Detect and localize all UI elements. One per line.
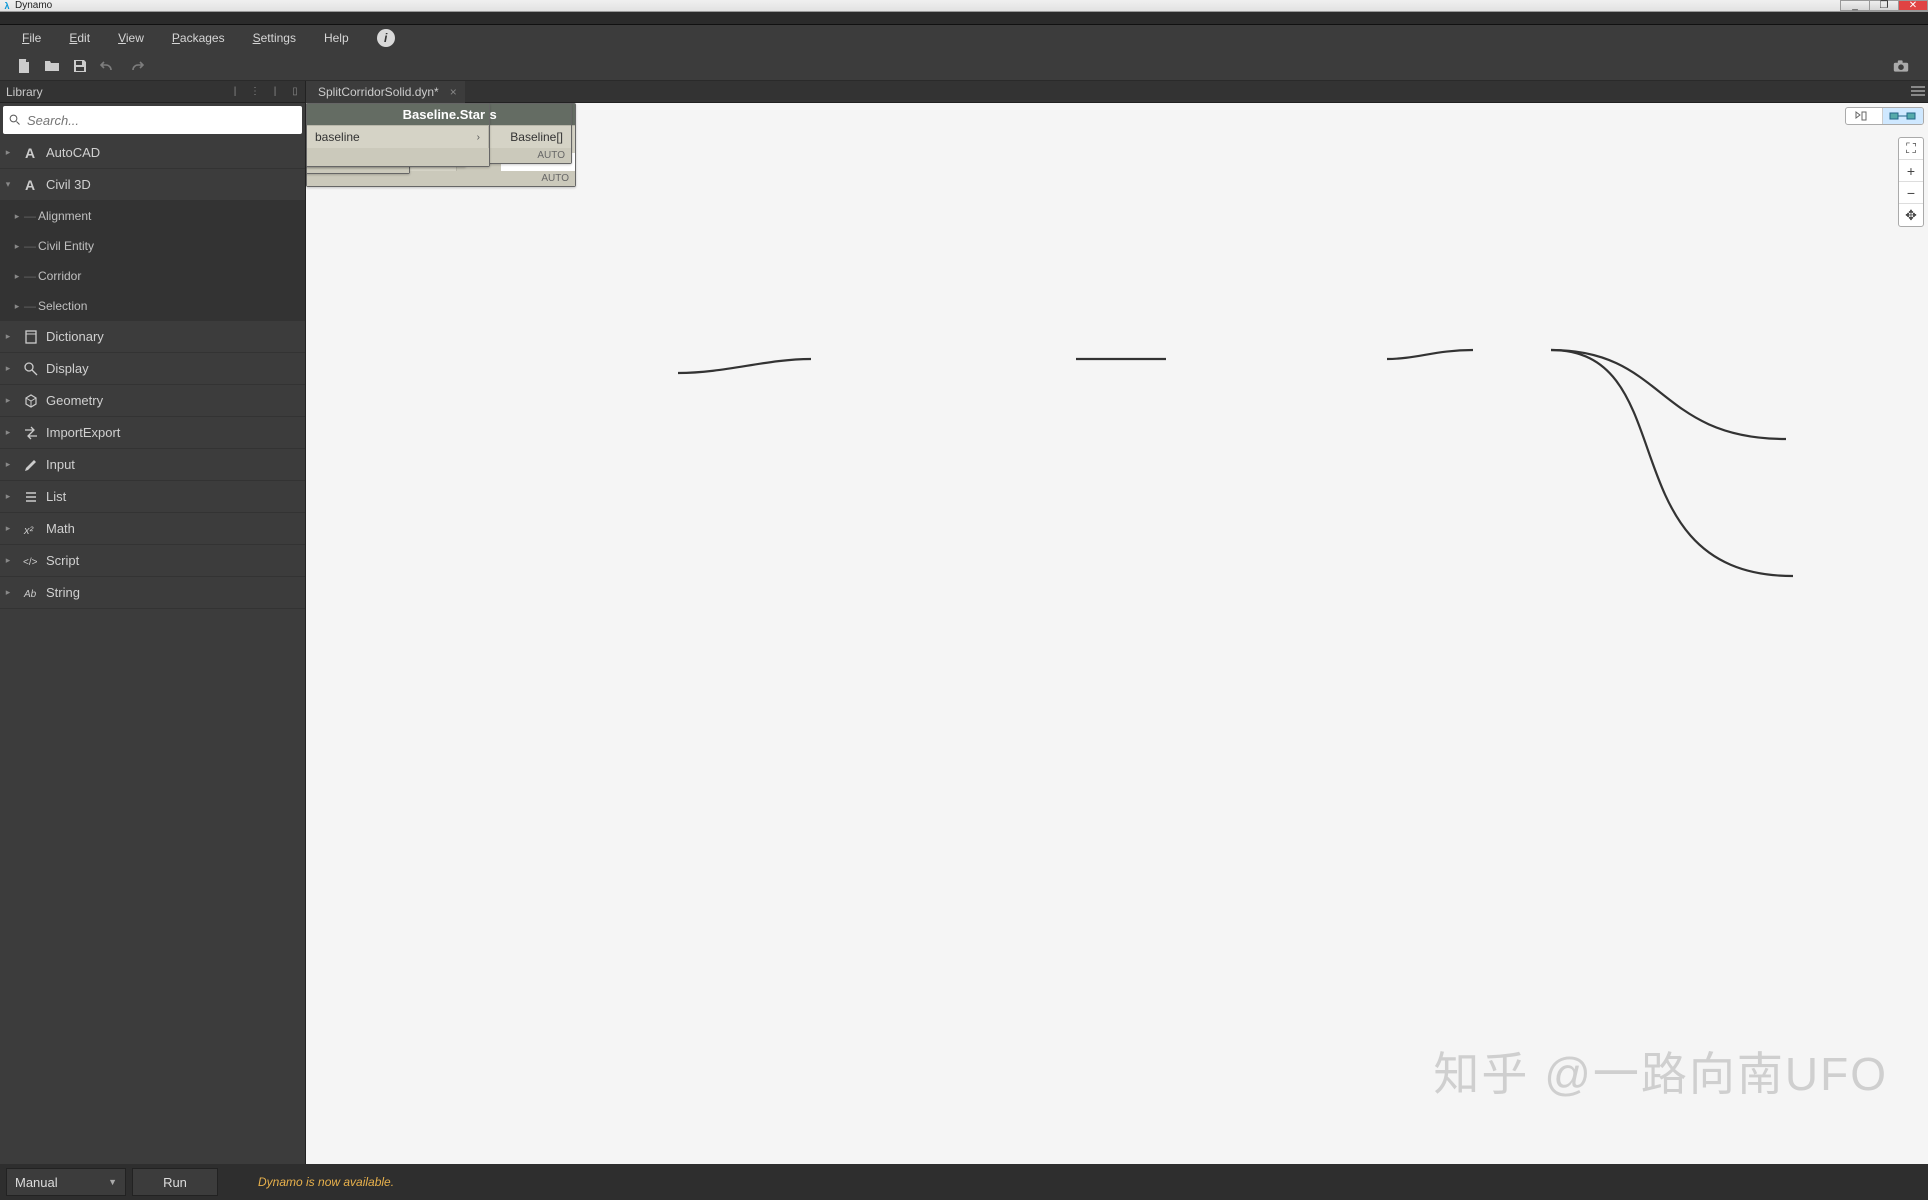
screenshot-button[interactable] <box>1886 54 1916 78</box>
3d-view-toggle[interactable] <box>1846 108 1882 124</box>
node-title: Baseline.Star <box>307 104 489 125</box>
redo-button[interactable] <box>122 54 150 78</box>
save-file-button[interactable] <box>66 54 94 78</box>
zoom-in-button[interactable]: + <box>1899 160 1923 182</box>
output-port-baselines[interactable]: Baseline[] <box>489 125 571 148</box>
status-message: Dynamo is now available. <box>258 1175 394 1189</box>
lib-cat-importexport[interactable]: ▸ImportExport <box>0 417 305 449</box>
string-icon: Ab <box>16 585 46 601</box>
lib-cat-civil3d[interactable]: ▾ACivil 3D <box>0 169 305 201</box>
tree-settings-icon[interactable]: | <box>265 86 285 97</box>
search-input[interactable] <box>27 113 296 128</box>
cube-icon <box>16 393 46 409</box>
watermark-text: 知乎 @一路向南UFO <box>1433 1038 1888 1104</box>
library-panel: Library | ⋮ | ▯ ▸AAutoCAD ▾ACivil 3D ▸—A… <box>0 81 306 1164</box>
new-file-button[interactable] <box>10 54 38 78</box>
fit-view-button[interactable]: ⛶ <box>1899 138 1923 160</box>
window-maximize-button[interactable]: ❐ <box>1869 0 1899 11</box>
tree-collapse-icon[interactable]: | <box>225 86 245 97</box>
svg-text:</>: </> <box>23 557 38 568</box>
lib-cat-string[interactable]: ▸AbString <box>0 577 305 609</box>
menu-help[interactable]: Help <box>310 25 363 51</box>
menu-packages[interactable]: Packages <box>158 25 239 51</box>
view-mode-toggle <box>1845 107 1924 125</box>
window-minimize-button[interactable]: _ <box>1840 0 1870 11</box>
menu-settings[interactable]: Settings <box>239 25 310 51</box>
status-bar: Manual▼ Run Dynamo is now available. <box>0 1164 1928 1200</box>
workspace: SplitCorridorSolid.dyn* × Code Block "Co… <box>306 81 1928 1164</box>
pan-button[interactable]: ✥ <box>1899 204 1923 226</box>
lib-cat-list[interactable]: ▸List <box>0 481 305 513</box>
lib-sub-corridor[interactable]: ▸—Corridor <box>0 261 305 291</box>
lib-cat-dictionary[interactable]: ▸Dictionary <box>0 321 305 353</box>
menu-file[interactable]: File <box>8 25 55 51</box>
node-baseline-star[interactable]: Baseline.Star baseline› <box>306 103 490 167</box>
library-search[interactable] <box>3 106 302 134</box>
app-tabstrip <box>0 12 1928 25</box>
lib-sub-civil-entity[interactable]: ▸—Civil Entity <box>0 231 305 261</box>
tree-expand-icon[interactable]: ⋮ <box>245 86 265 97</box>
graph-view-toggle[interactable] <box>1882 108 1923 124</box>
library-tree: ▸AAutoCAD ▾ACivil 3D ▸—Alignment ▸—Civil… <box>0 137 305 1164</box>
window-titlebar: λ Dynamo _ ❐ ✕ <box>0 0 1928 12</box>
lib-sub-selection[interactable]: ▸—Selection <box>0 291 305 321</box>
civil3d-icon: A <box>16 177 46 193</box>
menu-edit[interactable]: Edit <box>55 25 104 51</box>
svg-text:x²: x² <box>23 525 34 537</box>
canvas-nav-controls: ⛶ + − ✥ <box>1898 137 1924 227</box>
close-tab-icon[interactable]: × <box>450 85 457 99</box>
lib-cat-geometry[interactable]: ▸Geometry <box>0 385 305 417</box>
undo-button[interactable] <box>94 54 122 78</box>
graph-canvas[interactable]: Code Block "Corridor - (1)"; › Selection… <box>306 103 1928 1164</box>
window-title: Dynamo <box>13 0 1841 11</box>
zoom-out-button[interactable]: − <box>1899 182 1923 204</box>
list-icon <box>16 489 46 505</box>
menu-view[interactable]: View <box>104 25 158 51</box>
lib-sub-alignment[interactable]: ▸—Alignment <box>0 201 305 231</box>
lib-cat-script[interactable]: ▸</>Script <box>0 545 305 577</box>
code-icon: </> <box>16 553 46 569</box>
lib-cat-math[interactable]: ▸x²Math <box>0 513 305 545</box>
panel-menu-icon[interactable]: ▯ <box>285 86 305 97</box>
book-icon <box>16 329 46 345</box>
math-icon: x² <box>16 521 46 537</box>
svg-text:A: A <box>25 177 35 193</box>
info-icon[interactable]: i <box>377 29 395 47</box>
menu-bar: File Edit View Packages Settings Help i <box>0 25 1928 51</box>
toolbar <box>0 51 1928 81</box>
lib-cat-autocad[interactable]: ▸AAutoCAD <box>0 137 305 169</box>
app-icon: λ <box>1 1 13 11</box>
run-mode-selector[interactable]: Manual▼ <box>6 1168 126 1196</box>
workspace-tabs: SplitCorridorSolid.dyn* × <box>306 81 1928 103</box>
magnify-icon <box>16 361 46 377</box>
lib-cat-display[interactable]: ▸Display <box>0 353 305 385</box>
svg-text:A: A <box>25 145 35 161</box>
swap-icon <box>16 425 46 441</box>
autocad-icon: A <box>16 145 46 161</box>
workspace-tab[interactable]: SplitCorridorSolid.dyn* × <box>306 81 465 103</box>
tab-label: SplitCorridorSolid.dyn* <box>318 85 439 99</box>
open-file-button[interactable] <box>38 54 66 78</box>
window-close-button[interactable]: ✕ <box>1898 0 1928 11</box>
tab-overflow-icon[interactable] <box>1911 86 1925 96</box>
pencil-icon <box>16 457 46 473</box>
lib-cat-input[interactable]: ▸Input <box>0 449 305 481</box>
run-button[interactable]: Run <box>132 1168 218 1196</box>
input-port-baseline[interactable]: baseline› <box>307 125 489 148</box>
library-title: Library <box>6 85 43 99</box>
library-header: Library | ⋮ | ▯ <box>0 81 305 103</box>
svg-text:Ab: Ab <box>23 589 37 600</box>
